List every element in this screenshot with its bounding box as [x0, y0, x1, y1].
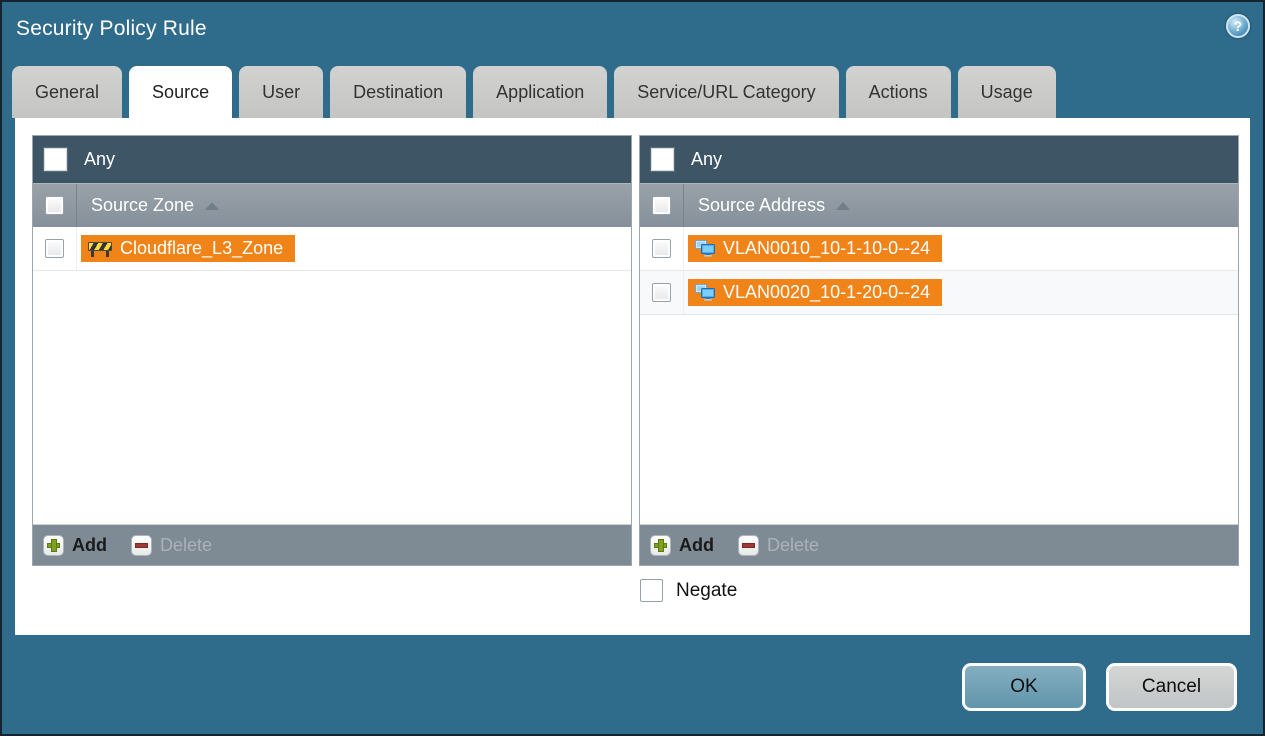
add-address-button[interactable]: Add	[650, 534, 714, 556]
zone-item-label: Cloudflare_L3_Zone	[120, 238, 284, 258]
zone-icon	[88, 240, 112, 257]
negate-label: Negate	[676, 579, 738, 601]
address-item-label: VLAN0020_10-1-20-0--24	[723, 282, 931, 302]
source-zone-column-label: Source Zone	[91, 195, 195, 215]
source-address-column-label: Source Address	[698, 195, 826, 215]
delete-label: Delete	[160, 534, 213, 555]
delete-zone-button[interactable]: Delete	[131, 534, 213, 556]
row-checkbox-cell	[33, 227, 77, 270]
source-address-column-title[interactable]: Source Address	[698, 195, 851, 216]
row-checkbox-cell	[640, 271, 684, 314]
source-zone-rows: Cloudflare_L3_Zone	[33, 227, 631, 524]
negate-checkbox[interactable]	[640, 579, 663, 602]
address-group-icon	[695, 240, 715, 257]
security-policy-rule-dialog: { "window": { "title": "Security Policy …	[0, 0, 1265, 736]
source-address-select-all-checkbox[interactable]	[652, 196, 671, 215]
tab-general[interactable]: General	[12, 66, 123, 118]
source-zone-footer: Add Delete	[33, 524, 631, 565]
sort-ascending-icon[interactable]	[836, 201, 851, 210]
row-checkbox-cell	[640, 227, 684, 270]
source-address-column-header: Source Address	[640, 183, 1238, 227]
source-address-any-checkbox[interactable]	[650, 147, 675, 172]
source-zone-column-title[interactable]: Source Zone	[91, 195, 220, 216]
source-address-footer: Add Delete	[640, 524, 1238, 565]
source-zone-select-all-checkbox[interactable]	[45, 196, 64, 215]
table-row: VLAN0010_10-1-10-0--24	[640, 227, 1238, 271]
sort-ascending-icon[interactable]	[205, 201, 220, 210]
source-zone-any-header: Any	[33, 136, 631, 183]
address-group-icon	[695, 284, 715, 301]
delete-label: Delete	[767, 534, 820, 555]
row-checkbox[interactable]	[45, 239, 64, 258]
row-checkbox[interactable]	[652, 283, 671, 302]
tab-usage[interactable]: Usage	[957, 66, 1056, 118]
tab-user[interactable]: User	[239, 66, 324, 118]
source-zone-any-label: Any	[84, 149, 116, 169]
address-item-vlan0010[interactable]: VLAN0010_10-1-10-0--24	[688, 235, 943, 262]
zone-item-cloudflare-l3-zone[interactable]: Cloudflare_L3_Zone	[81, 235, 296, 262]
row-checkbox[interactable]	[652, 239, 671, 258]
source-address-any-label: Any	[691, 149, 723, 169]
minus-icon	[131, 534, 152, 556]
tab-actions[interactable]: Actions	[845, 66, 951, 118]
source-address-any-header: Any	[640, 136, 1238, 183]
source-address-panel: Any Source Address VLAN0010_10-1-10-0--2…	[639, 135, 1239, 566]
plus-icon	[43, 534, 64, 556]
tab-strip: General Source User Destination Applicat…	[12, 66, 1253, 118]
address-item-vlan0020[interactable]: VLAN0020_10-1-20-0--24	[688, 279, 943, 306]
delete-address-button[interactable]: Delete	[738, 534, 820, 556]
tab-destination[interactable]: Destination	[330, 66, 467, 118]
tab-source[interactable]: Source	[129, 66, 233, 118]
ok-button[interactable]: OK	[962, 663, 1086, 711]
panels-container: Any Source Zone Cloudflare_L3_Zone Add D…	[32, 135, 1239, 566]
source-zone-any-checkbox[interactable]	[43, 147, 68, 172]
select-all-cell	[640, 184, 684, 227]
source-address-rows: VLAN0010_10-1-10-0--24 VLAN0020_10-1-20-…	[640, 227, 1238, 524]
table-row: Cloudflare_L3_Zone	[33, 227, 631, 271]
tab-application[interactable]: Application	[473, 66, 608, 118]
address-item-label: VLAN0010_10-1-10-0--24	[723, 238, 931, 258]
minus-icon	[738, 534, 759, 556]
help-question-glyph: ?	[1233, 18, 1243, 34]
add-label: Add	[679, 534, 714, 555]
help-icon[interactable]: ?	[1226, 14, 1250, 38]
dialog-title: Security Policy Rule	[16, 17, 207, 40]
cancel-button[interactable]: Cancel	[1106, 663, 1237, 711]
table-row: VLAN0020_10-1-20-0--24	[640, 271, 1238, 315]
negate-control: Negate	[640, 579, 737, 602]
tab-service-url-category[interactable]: Service/URL Category	[614, 66, 839, 118]
source-zone-column-header: Source Zone	[33, 183, 631, 227]
select-all-cell	[33, 184, 77, 227]
source-tab-content: Any Source Zone Cloudflare_L3_Zone Add D…	[15, 118, 1250, 635]
add-label: Add	[72, 534, 107, 555]
add-zone-button[interactable]: Add	[43, 534, 107, 556]
plus-icon	[650, 534, 671, 556]
source-zone-panel: Any Source Zone Cloudflare_L3_Zone Add D…	[32, 135, 632, 566]
